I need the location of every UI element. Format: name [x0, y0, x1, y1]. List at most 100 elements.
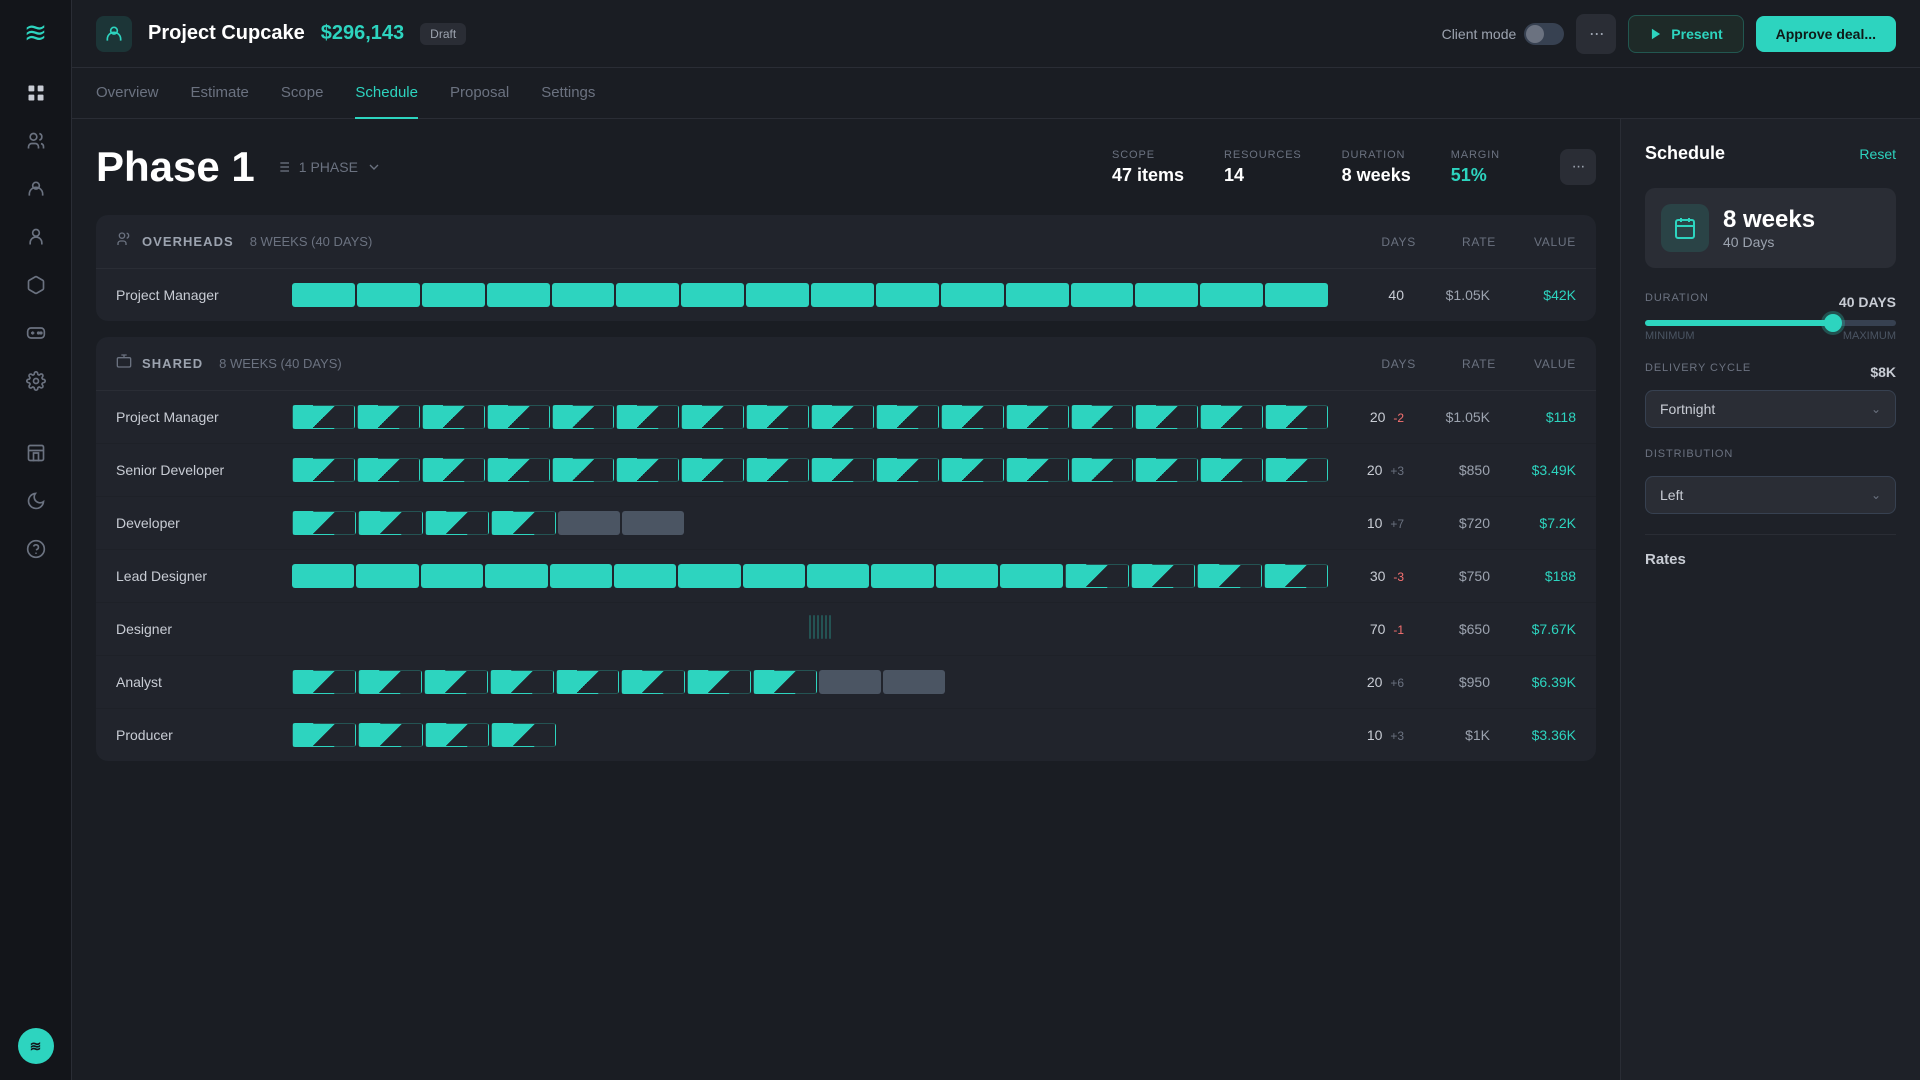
shared-icon [116, 353, 132, 374]
distribution-select[interactable]: Left ⌄ [1645, 476, 1896, 514]
resource-name: Analyst [116, 674, 276, 690]
gantt-segment [941, 283, 1004, 307]
distribution-option: Left [1660, 487, 1683, 503]
resource-rate: $1.05K [1420, 409, 1490, 425]
gantt-segment [811, 283, 874, 307]
gantt-bar [292, 281, 1328, 309]
gantt-segment [357, 458, 420, 482]
gantt-segment [811, 458, 874, 482]
tab-overview[interactable]: Overview [96, 68, 159, 119]
app-logo[interactable]: ≋ [24, 16, 47, 49]
delivery-cycle-label: DELIVERY CYCLE [1645, 362, 1751, 374]
sidebar-icon-moon[interactable] [16, 481, 56, 521]
duration-slider-track[interactable] [1645, 320, 1896, 326]
distribution-label: DISTRIBUTION [1645, 448, 1733, 460]
overheads-section: OVERHEADS 8 WEEKS (40 DAYS) DAYS RATE VA… [96, 215, 1596, 321]
gantt-segment [487, 405, 550, 429]
more-button[interactable]: ··· [1576, 14, 1616, 54]
duration-weeks: 8 weeks [1723, 206, 1815, 234]
gantt-segment [944, 723, 1006, 747]
gantt-segment [746, 458, 809, 482]
shared-header: SHARED 8 WEEKS (40 DAYS) DAYS RATE VALUE [96, 337, 1596, 391]
sidebar-icon-users[interactable] [16, 121, 56, 161]
resource-row-pm-overhead: Project Manager [96, 269, 1596, 321]
gantt-segment [1200, 405, 1263, 429]
gantt-segment [1201, 723, 1263, 747]
resource-row-analyst: Analyst [96, 656, 1596, 709]
slider-thumb[interactable] [1824, 314, 1842, 332]
delivery-cycle-select[interactable]: Fortnight ⌄ [1645, 390, 1896, 428]
gantt-segment [1073, 511, 1135, 535]
sidebar-icon-cube[interactable] [16, 265, 56, 305]
gantt-segment [621, 670, 685, 694]
tab-scope[interactable]: Scope [281, 68, 324, 119]
sidebar-icon-game[interactable] [16, 313, 56, 353]
draft-badge: Draft [420, 23, 466, 45]
shared-duration: 8 WEEKS (40 DAYS) [219, 356, 342, 371]
client-mode-toggle[interactable] [1524, 23, 1564, 45]
present-button[interactable]: Present [1628, 15, 1743, 53]
gantt-segment [815, 511, 877, 535]
gantt-segment [746, 405, 809, 429]
gantt-segment [1201, 511, 1263, 535]
resource-name: Designer [116, 621, 276, 637]
tab-schedule[interactable]: Schedule [355, 68, 418, 119]
tab-settings[interactable]: Settings [541, 68, 595, 119]
sidebar-icon-team[interactable] [16, 217, 56, 257]
reset-button[interactable]: Reset [1859, 146, 1896, 162]
sidebar-icon-building[interactable] [16, 433, 56, 473]
gantt-segment [558, 511, 620, 535]
resource-name: Project Manager [116, 287, 276, 303]
sidebar-icon-person[interactable] [16, 169, 56, 209]
sidebar-icon-grid[interactable] [16, 73, 56, 113]
delivery-cycle-option: Fortnight [1660, 401, 1715, 417]
resource-row-designer: Designer [96, 603, 1596, 656]
delivery-cycle-section: DELIVERY CYCLE $8K [1645, 362, 1896, 382]
gantt-segment [1135, 458, 1198, 482]
phase-meta[interactable]: 1 PHASE [275, 159, 382, 175]
gantt-segment [552, 283, 615, 307]
sidebar-icon-settings[interactable] [16, 361, 56, 401]
gantt-segment [1071, 283, 1134, 307]
resource-rate: $720 [1420, 515, 1490, 531]
duration-value: 40 DAYS [1839, 294, 1896, 310]
sidebar-icon-help[interactable] [16, 529, 56, 569]
gantt-bar [292, 668, 1328, 696]
overheads-cols: DAYS RATE VALUE [1356, 235, 1576, 249]
gantt-segment [811, 405, 874, 429]
project-budget: $296,143 [321, 22, 404, 45]
phase-count: 1 PHASE [299, 159, 358, 175]
gantt-segment [681, 283, 744, 307]
gantt-segment [1137, 511, 1199, 535]
duration-section: DURATION 40 DAYS [1645, 292, 1896, 312]
gantt-segment [941, 405, 1004, 429]
tab-estimate[interactable]: Estimate [191, 68, 249, 119]
stat-scope: SCOPE 47 items [1112, 149, 1184, 186]
resource-rate: $650 [1420, 621, 1490, 637]
gantt-segment [556, 670, 620, 694]
resource-name: Lead Designer [116, 568, 276, 584]
delivery-cycle-value: $8K [1870, 364, 1896, 380]
right-panel: Schedule Reset 8 weeks 40 Days DURATION … [1620, 119, 1920, 1080]
gantt-segment [616, 458, 679, 482]
gantt-segment [1138, 670, 1200, 694]
user-avatar[interactable]: ≋ [18, 1028, 54, 1064]
gantt-segment [292, 511, 356, 535]
gantt-segment [1264, 564, 1328, 588]
approve-button[interactable]: Approve deal... [1756, 16, 1896, 52]
tab-proposal[interactable]: Proposal [450, 68, 509, 119]
duration-days: 40 Days [1723, 234, 1815, 250]
gantt-segment [883, 670, 945, 694]
gantt-bar [292, 456, 1328, 484]
gantt-segment [614, 564, 676, 588]
gantt-segment [1135, 283, 1198, 307]
resource-value: $7.2K [1506, 515, 1576, 531]
resource-days: 10 +3 [1344, 727, 1404, 743]
project-title: Project Cupcake [148, 22, 305, 45]
resource-days: 20 -2 [1344, 409, 1404, 425]
gantt-segment [292, 458, 355, 482]
gantt-segment [1137, 723, 1199, 747]
phase-options-button[interactable]: ··· [1560, 149, 1596, 185]
gantt-segment [819, 670, 881, 694]
shared-cols: DAYS RATE VALUE [1356, 357, 1576, 371]
